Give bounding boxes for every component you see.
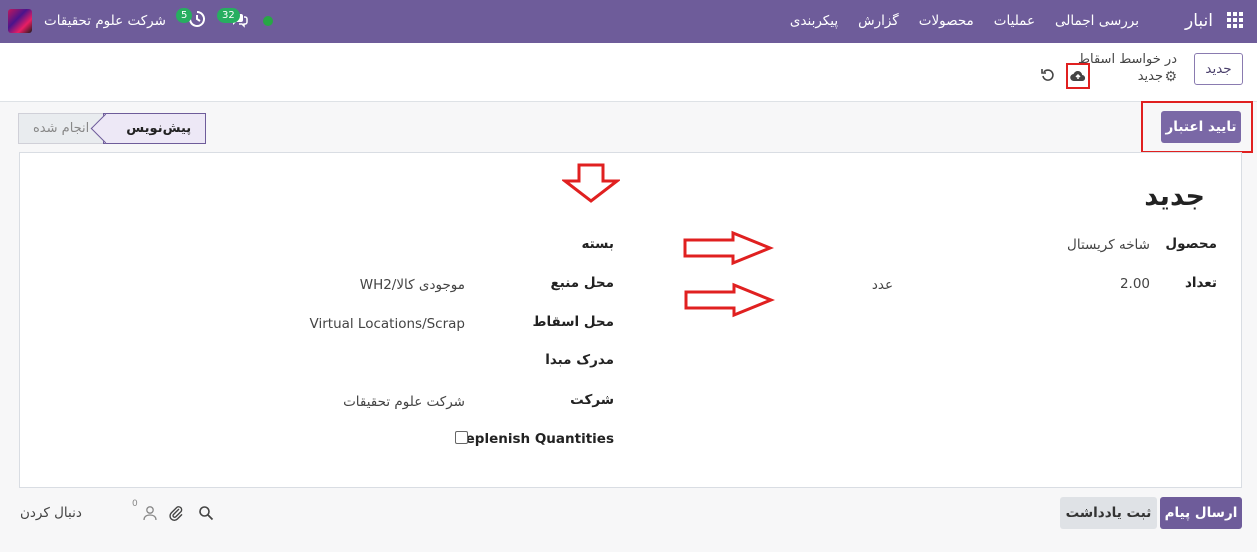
quantity-field[interactable]: 2.00 bbox=[1120, 276, 1150, 292]
save-cloud-icon[interactable] bbox=[1066, 63, 1090, 89]
discard-undo-icon[interactable] bbox=[1041, 68, 1055, 82]
product-label: محصول bbox=[1165, 236, 1217, 252]
company-name[interactable]: شرکت علوم تحقیقات bbox=[44, 13, 166, 29]
company-label: شرکت bbox=[570, 392, 614, 408]
log-note-button[interactable]: ثبت یادداشت bbox=[1060, 497, 1157, 529]
annotation-arrow-down bbox=[562, 163, 620, 203]
status-bar: انجام شده پیش‌نویس bbox=[18, 113, 207, 144]
form-title: جدید bbox=[1144, 181, 1205, 212]
company-avatar[interactable] bbox=[8, 9, 32, 33]
quantity-label: تعداد bbox=[1184, 275, 1217, 291]
menu-item-overview[interactable]: بررسی اجمالی bbox=[1055, 13, 1139, 29]
gear-icon[interactable]: ⚙ bbox=[1164, 69, 1177, 85]
form-sheet: جدید محصول شاخه کریستال تعداد 2.00 عدد ب… bbox=[19, 152, 1242, 488]
app-name[interactable]: انبار bbox=[1185, 11, 1213, 31]
uom-field[interactable]: عدد bbox=[872, 277, 893, 293]
replenish-quantities-checkbox[interactable] bbox=[455, 431, 468, 444]
follow-button[interactable]: دنبال کردن bbox=[20, 505, 82, 521]
breadcrumb[interactable]: در خواسط اسقاط bbox=[1078, 52, 1177, 67]
package-label: بسته bbox=[581, 236, 614, 252]
cloud-upload-icon bbox=[1070, 71, 1086, 82]
company-field[interactable]: شرکت علوم تحقیقات bbox=[343, 394, 465, 410]
menu-item-operations[interactable]: عملیات bbox=[994, 13, 1035, 29]
replenish-quantities-label: Replenish Quantities bbox=[455, 431, 614, 447]
source-document-label: مدرک مبدا bbox=[545, 352, 614, 368]
online-status-indicator bbox=[263, 16, 273, 26]
annotation-arrow-right-2 bbox=[684, 282, 775, 318]
menu-item-reporting[interactable]: گزارش bbox=[858, 13, 899, 29]
record-title: جدید bbox=[1137, 69, 1163, 84]
apps-menu-icon[interactable] bbox=[1227, 12, 1243, 28]
send-message-button[interactable]: ارسال پیام bbox=[1160, 497, 1242, 529]
control-panel: جدید در خواسط اسقاط جدید ⚙ bbox=[0, 43, 1257, 102]
messages-count-badge: 32 bbox=[217, 8, 240, 23]
followers-count: 0 bbox=[132, 499, 138, 509]
validate-button[interactable]: تایید اعتبار bbox=[1161, 111, 1241, 143]
source-location-field[interactable]: WH2/موجودی کالا bbox=[360, 277, 465, 293]
search-icon[interactable] bbox=[198, 505, 214, 521]
main-menu: بررسی اجمالی عملیات محصولات گزارش پیکربن… bbox=[790, 13, 1139, 29]
attachment-paperclip-icon[interactable] bbox=[168, 505, 184, 521]
scrap-location-field[interactable]: Virtual Locations/Scrap bbox=[310, 316, 465, 332]
product-field[interactable]: شاخه کریستال bbox=[1067, 237, 1150, 253]
source-location-label: محل منبع bbox=[550, 275, 614, 291]
menu-item-configuration[interactable]: پیکربندی bbox=[790, 13, 838, 29]
top-navbar: انبار بررسی اجمالی عملیات محصولات گزارش … bbox=[0, 0, 1257, 43]
scrap-location-label: محل اسقاط bbox=[532, 314, 614, 330]
new-button[interactable]: جدید bbox=[1194, 53, 1243, 85]
annotation-arrow-right-1 bbox=[683, 230, 774, 266]
navbar-systray: شرکت علوم تحقیقات bbox=[8, 6, 166, 36]
stage-draft[interactable]: پیش‌نویس bbox=[103, 113, 207, 144]
menu-item-products[interactable]: محصولات bbox=[919, 13, 974, 29]
followers-icon[interactable] bbox=[142, 505, 158, 521]
